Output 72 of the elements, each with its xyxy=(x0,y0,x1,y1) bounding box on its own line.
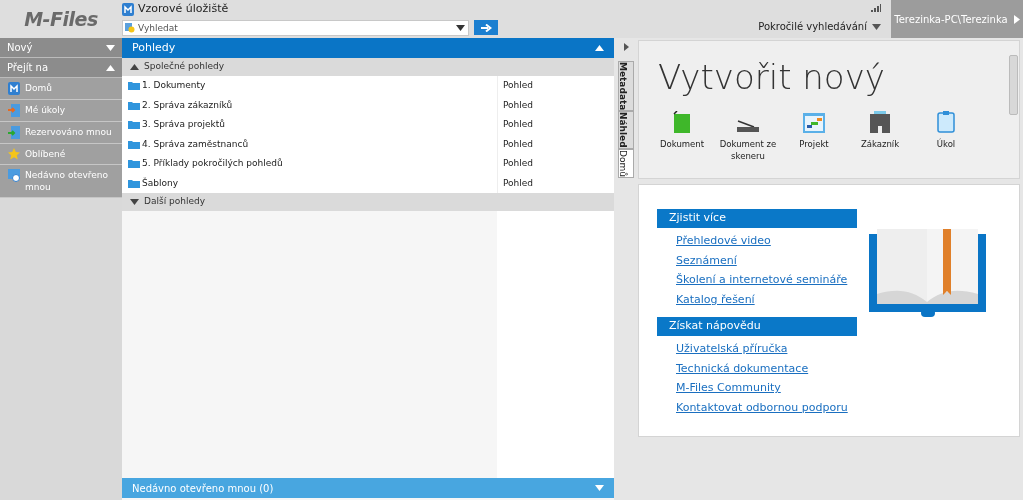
logo: M-Files xyxy=(24,6,98,32)
create-item[interactable]: Projekt xyxy=(782,111,846,162)
view-row[interactable]: 3. Správa projektů xyxy=(122,115,497,135)
panel-title: Pohledy xyxy=(132,39,176,56)
dropdown-icon xyxy=(456,24,465,31)
table-cell: Pohled xyxy=(497,76,614,96)
create-item[interactable]: Dokument ze skeneru xyxy=(716,111,780,162)
vault-icon xyxy=(122,2,134,16)
side-tab[interactable]: Domů xyxy=(618,149,634,178)
sidebar-section[interactable]: Nový xyxy=(0,38,122,58)
help-link[interactable]: Školení a internetové semináře xyxy=(676,270,857,290)
expand-icon xyxy=(595,485,604,491)
help-link[interactable]: Seznámení xyxy=(676,250,857,270)
help-link[interactable]: Katalog řešení xyxy=(676,289,857,309)
panel-header[interactable]: Pohledy xyxy=(122,38,614,58)
view-row[interactable]: 5. Příklady pokročilých pohledů xyxy=(122,154,497,174)
folder-icon xyxy=(128,178,140,188)
help-link[interactable]: Technická dokumentace xyxy=(676,358,857,378)
caret-right-icon xyxy=(1013,14,1020,24)
table-cell: Pohled xyxy=(497,173,614,193)
view-row[interactable]: 1. Dokumenty xyxy=(122,76,497,96)
view-row[interactable]: 2. Správa zákazníků xyxy=(122,95,497,115)
create-item[interactable]: Dokument xyxy=(650,111,714,162)
search-field[interactable]: Vyhledat xyxy=(122,19,469,36)
signal-icon xyxy=(871,4,881,12)
vault-icon xyxy=(8,82,20,95)
folder-icon xyxy=(128,100,140,110)
document-icon xyxy=(672,111,692,133)
search-button[interactable] xyxy=(474,20,498,35)
caret-right-icon[interactable] xyxy=(623,43,629,51)
group-header[interactable]: Společné pohledy xyxy=(122,58,614,76)
help-link[interactable]: M-Files Community xyxy=(676,378,857,398)
expand-icon xyxy=(106,44,115,51)
group-label: Společné pohledy xyxy=(144,60,225,74)
create-title: Vytvořit nový xyxy=(658,56,886,99)
arrow-right-icon xyxy=(480,23,492,32)
sidebar-section[interactable]: Přejít na xyxy=(0,58,122,78)
project-icon xyxy=(803,113,825,133)
advanced-search-button[interactable]: Pokročilé vyhledávání xyxy=(758,19,881,34)
table-cell: Pohled xyxy=(497,115,614,135)
section-header: Získat nápovědu xyxy=(657,317,857,336)
section-header: Zjistit více xyxy=(657,209,857,228)
folder-icon xyxy=(128,159,140,169)
vault-name: Vzorové úložiště xyxy=(138,1,229,17)
collapse-icon xyxy=(106,64,115,71)
book-icon xyxy=(869,229,986,317)
recent-bar-label: Nedávno otevřeno mnou (0) xyxy=(132,481,274,496)
recent-icon xyxy=(8,169,20,182)
help-link[interactable]: Uživatelská příručka xyxy=(676,339,857,359)
folder-icon xyxy=(128,120,140,130)
group-label: Další pohledy xyxy=(144,195,205,209)
table-cell: Pohled xyxy=(497,134,614,154)
building-icon xyxy=(869,111,891,133)
help-link[interactable]: Kontaktovat odbornou podporu xyxy=(676,397,857,417)
clipboard-icon xyxy=(937,111,955,133)
side-tab[interactable]: Metadata xyxy=(618,61,634,112)
table-cell: Pohled xyxy=(497,95,614,115)
side-tab[interactable]: Náhled xyxy=(618,111,634,149)
group-header[interactable]: Další pohledy xyxy=(122,193,614,211)
table-cell: Pohled xyxy=(497,154,614,174)
caret-icon xyxy=(872,23,881,30)
checkout-icon xyxy=(8,126,20,139)
task-icon xyxy=(8,104,20,117)
folder-icon xyxy=(128,139,140,149)
help-link[interactable]: Přehledové video xyxy=(676,231,857,251)
star-icon xyxy=(8,148,20,160)
view-row[interactable]: Šablony xyxy=(122,173,497,193)
view-row[interactable]: 4. Správa zaměstnanců xyxy=(122,134,497,154)
create-item[interactable]: Zákazník xyxy=(848,111,912,162)
create-item[interactable]: Úkol xyxy=(914,111,978,162)
folder-icon xyxy=(128,81,140,91)
search-icon xyxy=(125,22,135,33)
